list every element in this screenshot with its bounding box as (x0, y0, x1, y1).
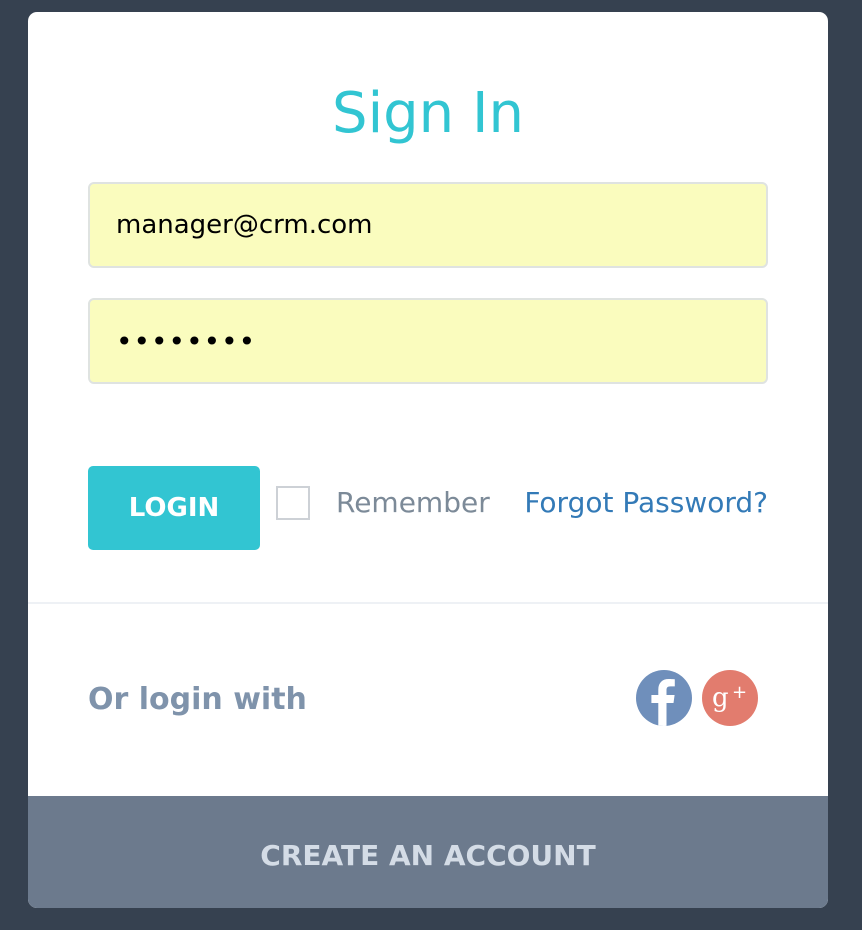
divider (28, 602, 828, 604)
social-login-label: Or login with (88, 682, 307, 717)
svg-text:+: + (732, 682, 747, 703)
google-plus-login-button[interactable]: g + (702, 670, 758, 726)
facebook-icon (651, 679, 675, 726)
facebook-login-button[interactable] (636, 670, 692, 726)
login-card: Sign In LOGIN Remember Forgot Password? … (28, 12, 828, 908)
remember-checkbox[interactable] (276, 486, 310, 520)
page-title: Sign In (332, 81, 524, 146)
forgot-password-link[interactable]: Forgot Password? (524, 484, 768, 522)
password-field[interactable] (88, 298, 768, 384)
email-field[interactable] (88, 182, 768, 268)
remember-label: Remember (336, 486, 490, 519)
create-account-button[interactable]: CREATE AN ACCOUNT (28, 796, 828, 908)
google-plus-icon: g + (712, 682, 747, 713)
login-button[interactable]: LOGIN (88, 466, 260, 550)
svg-text:g: g (712, 683, 729, 713)
